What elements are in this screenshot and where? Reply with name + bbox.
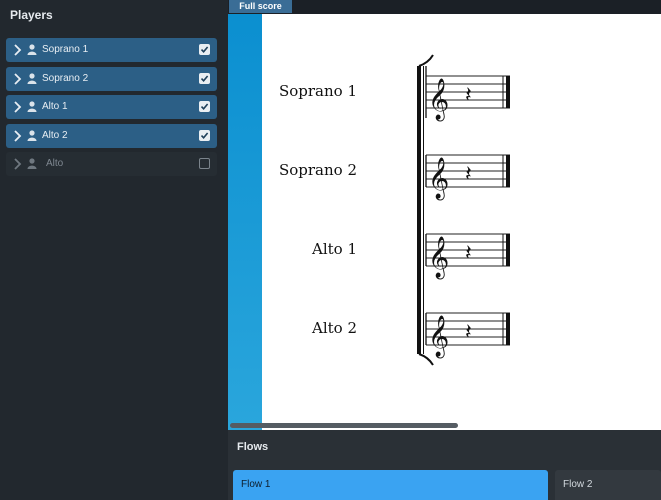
player-name: Alto 1 bbox=[42, 101, 68, 112]
treble-clef-icon: 𝄞 bbox=[428, 78, 449, 121]
person-icon bbox=[27, 158, 37, 169]
player-row-soprano-2[interactable]: Soprano 2 bbox=[6, 67, 217, 91]
quarter-rest-icon: 𝄽 bbox=[465, 241, 472, 266]
player-name: Soprano 1 bbox=[42, 44, 89, 55]
person-icon bbox=[27, 101, 37, 112]
player-visibility-checkbox[interactable] bbox=[199, 101, 210, 112]
flows-panel-title: Flows bbox=[237, 441, 269, 453]
chevron-right-icon[interactable] bbox=[12, 100, 22, 114]
score-view[interactable]: Soprano 1 Soprano 2 Alto 1 Alto 2 𝄞 𝄽 𝄞 … bbox=[228, 14, 661, 430]
flow-name: Flow 2 bbox=[563, 479, 593, 490]
app-window: Players Soprano 1 Soprano 2 Alto 1 Alto … bbox=[0, 0, 661, 500]
page-margin bbox=[228, 14, 262, 430]
horizontal-scrollbar[interactable] bbox=[230, 423, 458, 428]
treble-clef-icon: 𝄞 bbox=[428, 236, 449, 279]
treble-clef-icon: 𝄞 bbox=[428, 157, 449, 200]
score-notation[interactable]: 𝄞 𝄽 𝄞 𝄽 𝄞 𝄽 𝄞 𝄽 bbox=[262, 14, 661, 430]
player-name: Alto 2 bbox=[42, 130, 68, 141]
player-name: Alto bbox=[46, 158, 64, 169]
chevron-right-icon[interactable] bbox=[12, 43, 22, 57]
player-row-alto-1[interactable]: Alto 1 bbox=[6, 95, 217, 119]
flow-card-flow-1[interactable]: Flow 1 bbox=[233, 470, 548, 500]
person-icon bbox=[27, 73, 37, 84]
player-visibility-checkbox[interactable] bbox=[199, 44, 210, 55]
player-row-alto-2[interactable]: Alto 2 bbox=[6, 124, 217, 148]
person-icon bbox=[27, 44, 37, 55]
players-panel: Players Soprano 1 Soprano 2 Alto 1 Alto … bbox=[0, 0, 228, 500]
tab-full-score[interactable]: Full score bbox=[229, 0, 292, 13]
tab-bar bbox=[228, 0, 661, 14]
chevron-right-icon[interactable] bbox=[12, 129, 22, 143]
staff-soprano-1[interactable]: 𝄞 𝄽 bbox=[425, 66, 510, 121]
flow-card-flow-2[interactable]: Flow 2 bbox=[555, 470, 661, 500]
staff-soprano-2[interactable]: 𝄞 𝄽 bbox=[425, 154, 510, 200]
quarter-rest-icon: 𝄽 bbox=[465, 320, 472, 345]
quarter-rest-icon: 𝄽 bbox=[465, 162, 472, 187]
flows-panel: Flows Flow 1 Flow 2 bbox=[228, 430, 661, 500]
chevron-right-icon[interactable] bbox=[12, 72, 22, 86]
player-row-alto[interactable]: Alto bbox=[6, 152, 217, 176]
player-name: Soprano 2 bbox=[42, 73, 89, 84]
quarter-rest-icon: 𝄽 bbox=[465, 83, 472, 108]
staff-alto-1[interactable]: 𝄞 𝄽 bbox=[425, 233, 510, 279]
person-icon bbox=[27, 130, 37, 141]
flow-name: Flow 1 bbox=[241, 479, 271, 490]
player-visibility-checkbox[interactable] bbox=[199, 130, 210, 141]
chevron-right-icon[interactable] bbox=[12, 157, 22, 171]
staff-alto-2[interactable]: 𝄞 𝄽 bbox=[425, 312, 510, 358]
player-visibility-checkbox[interactable] bbox=[199, 158, 210, 169]
player-row-soprano-1[interactable]: Soprano 1 bbox=[6, 38, 217, 62]
players-panel-title: Players bbox=[10, 8, 53, 22]
score-page[interactable]: Soprano 1 Soprano 2 Alto 1 Alto 2 𝄞 𝄽 𝄞 … bbox=[262, 14, 661, 430]
player-visibility-checkbox[interactable] bbox=[199, 73, 210, 84]
treble-clef-icon: 𝄞 bbox=[428, 315, 449, 358]
